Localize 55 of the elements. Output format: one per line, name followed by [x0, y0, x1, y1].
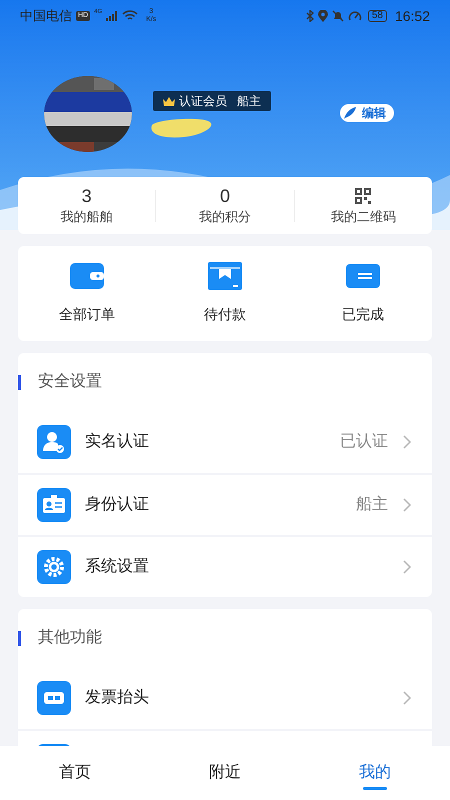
badge-text: 认证会员	[179, 93, 227, 110]
order-shortcut[interactable]: 全部订单	[18, 262, 156, 325]
card-icon	[346, 264, 380, 288]
settings-icon	[37, 550, 71, 584]
order-shortcut[interactable]: 已完成	[294, 262, 432, 325]
order-shortcut[interactable]: 待付款	[156, 262, 294, 325]
box-icon	[208, 262, 242, 290]
stat-label: 我的二维码	[330, 208, 396, 226]
stat-value: 0	[220, 184, 230, 207]
crown-icon	[163, 96, 175, 106]
nav-tab[interactable]: 首页	[0, 746, 150, 800]
speedometer-icon	[348, 10, 362, 22]
order-label: 待付款	[204, 305, 246, 324]
stat-value: 3	[82, 184, 92, 207]
stat-label: 我的船舶	[60, 208, 113, 226]
order-label: 全部订单	[59, 305, 115, 324]
nav-tab[interactable]: 我的	[300, 746, 450, 800]
section-title: 其他功能	[38, 628, 102, 648]
menu-row[interactable]: 身份认证 船主	[18, 473, 432, 535]
chevron-right-icon	[402, 690, 412, 706]
user-check-icon	[37, 425, 71, 459]
chevron-right-icon	[402, 434, 412, 450]
stat-item[interactable]: 3 我的船舶	[18, 184, 156, 226]
menu-label: 系统设置	[85, 556, 149, 577]
card-icon	[37, 681, 71, 715]
nav-tab[interactable]: 附近	[150, 746, 300, 800]
bluetooth-icon	[306, 10, 314, 22]
stat-item[interactable]: 我的二维码	[294, 184, 432, 226]
section-title: 安全设置	[38, 372, 102, 392]
edit-button[interactable]: 编辑	[340, 104, 394, 122]
menu-row[interactable]: 发票抬头	[18, 667, 432, 729]
menu-value: 船主	[356, 494, 388, 515]
chevron-right-icon	[402, 559, 412, 575]
menu-label: 实名认证	[85, 432, 149, 452]
stat-label: 我的积分	[198, 208, 251, 226]
clock-text: 16:52	[394, 6, 430, 26]
battery-indicator: 58	[368, 10, 387, 22]
carrier-text: 中国电信	[20, 7, 72, 26]
order-label: 已完成	[342, 305, 384, 324]
menu-label: 发票抬头	[85, 688, 149, 708]
wallet-icon	[70, 263, 104, 289]
wifi-icon	[122, 10, 138, 22]
chevron-right-icon	[402, 497, 412, 513]
menu-row[interactable]: 系统设置	[18, 535, 432, 597]
menu-label: 身份认证	[85, 495, 149, 515]
signal-icon	[106, 11, 118, 21]
menu-row[interactable]: 实名认证 已认证	[18, 411, 432, 473]
location-icon	[318, 10, 328, 22]
bell-off-icon	[332, 10, 344, 22]
menu-value: 已认证	[340, 432, 388, 452]
role-text: 船主	[237, 93, 261, 110]
id-card-icon	[37, 488, 71, 522]
feather-icon	[342, 106, 358, 120]
stat-item[interactable]: 0 我的积分	[156, 184, 294, 226]
qr-code-icon	[355, 188, 372, 204]
